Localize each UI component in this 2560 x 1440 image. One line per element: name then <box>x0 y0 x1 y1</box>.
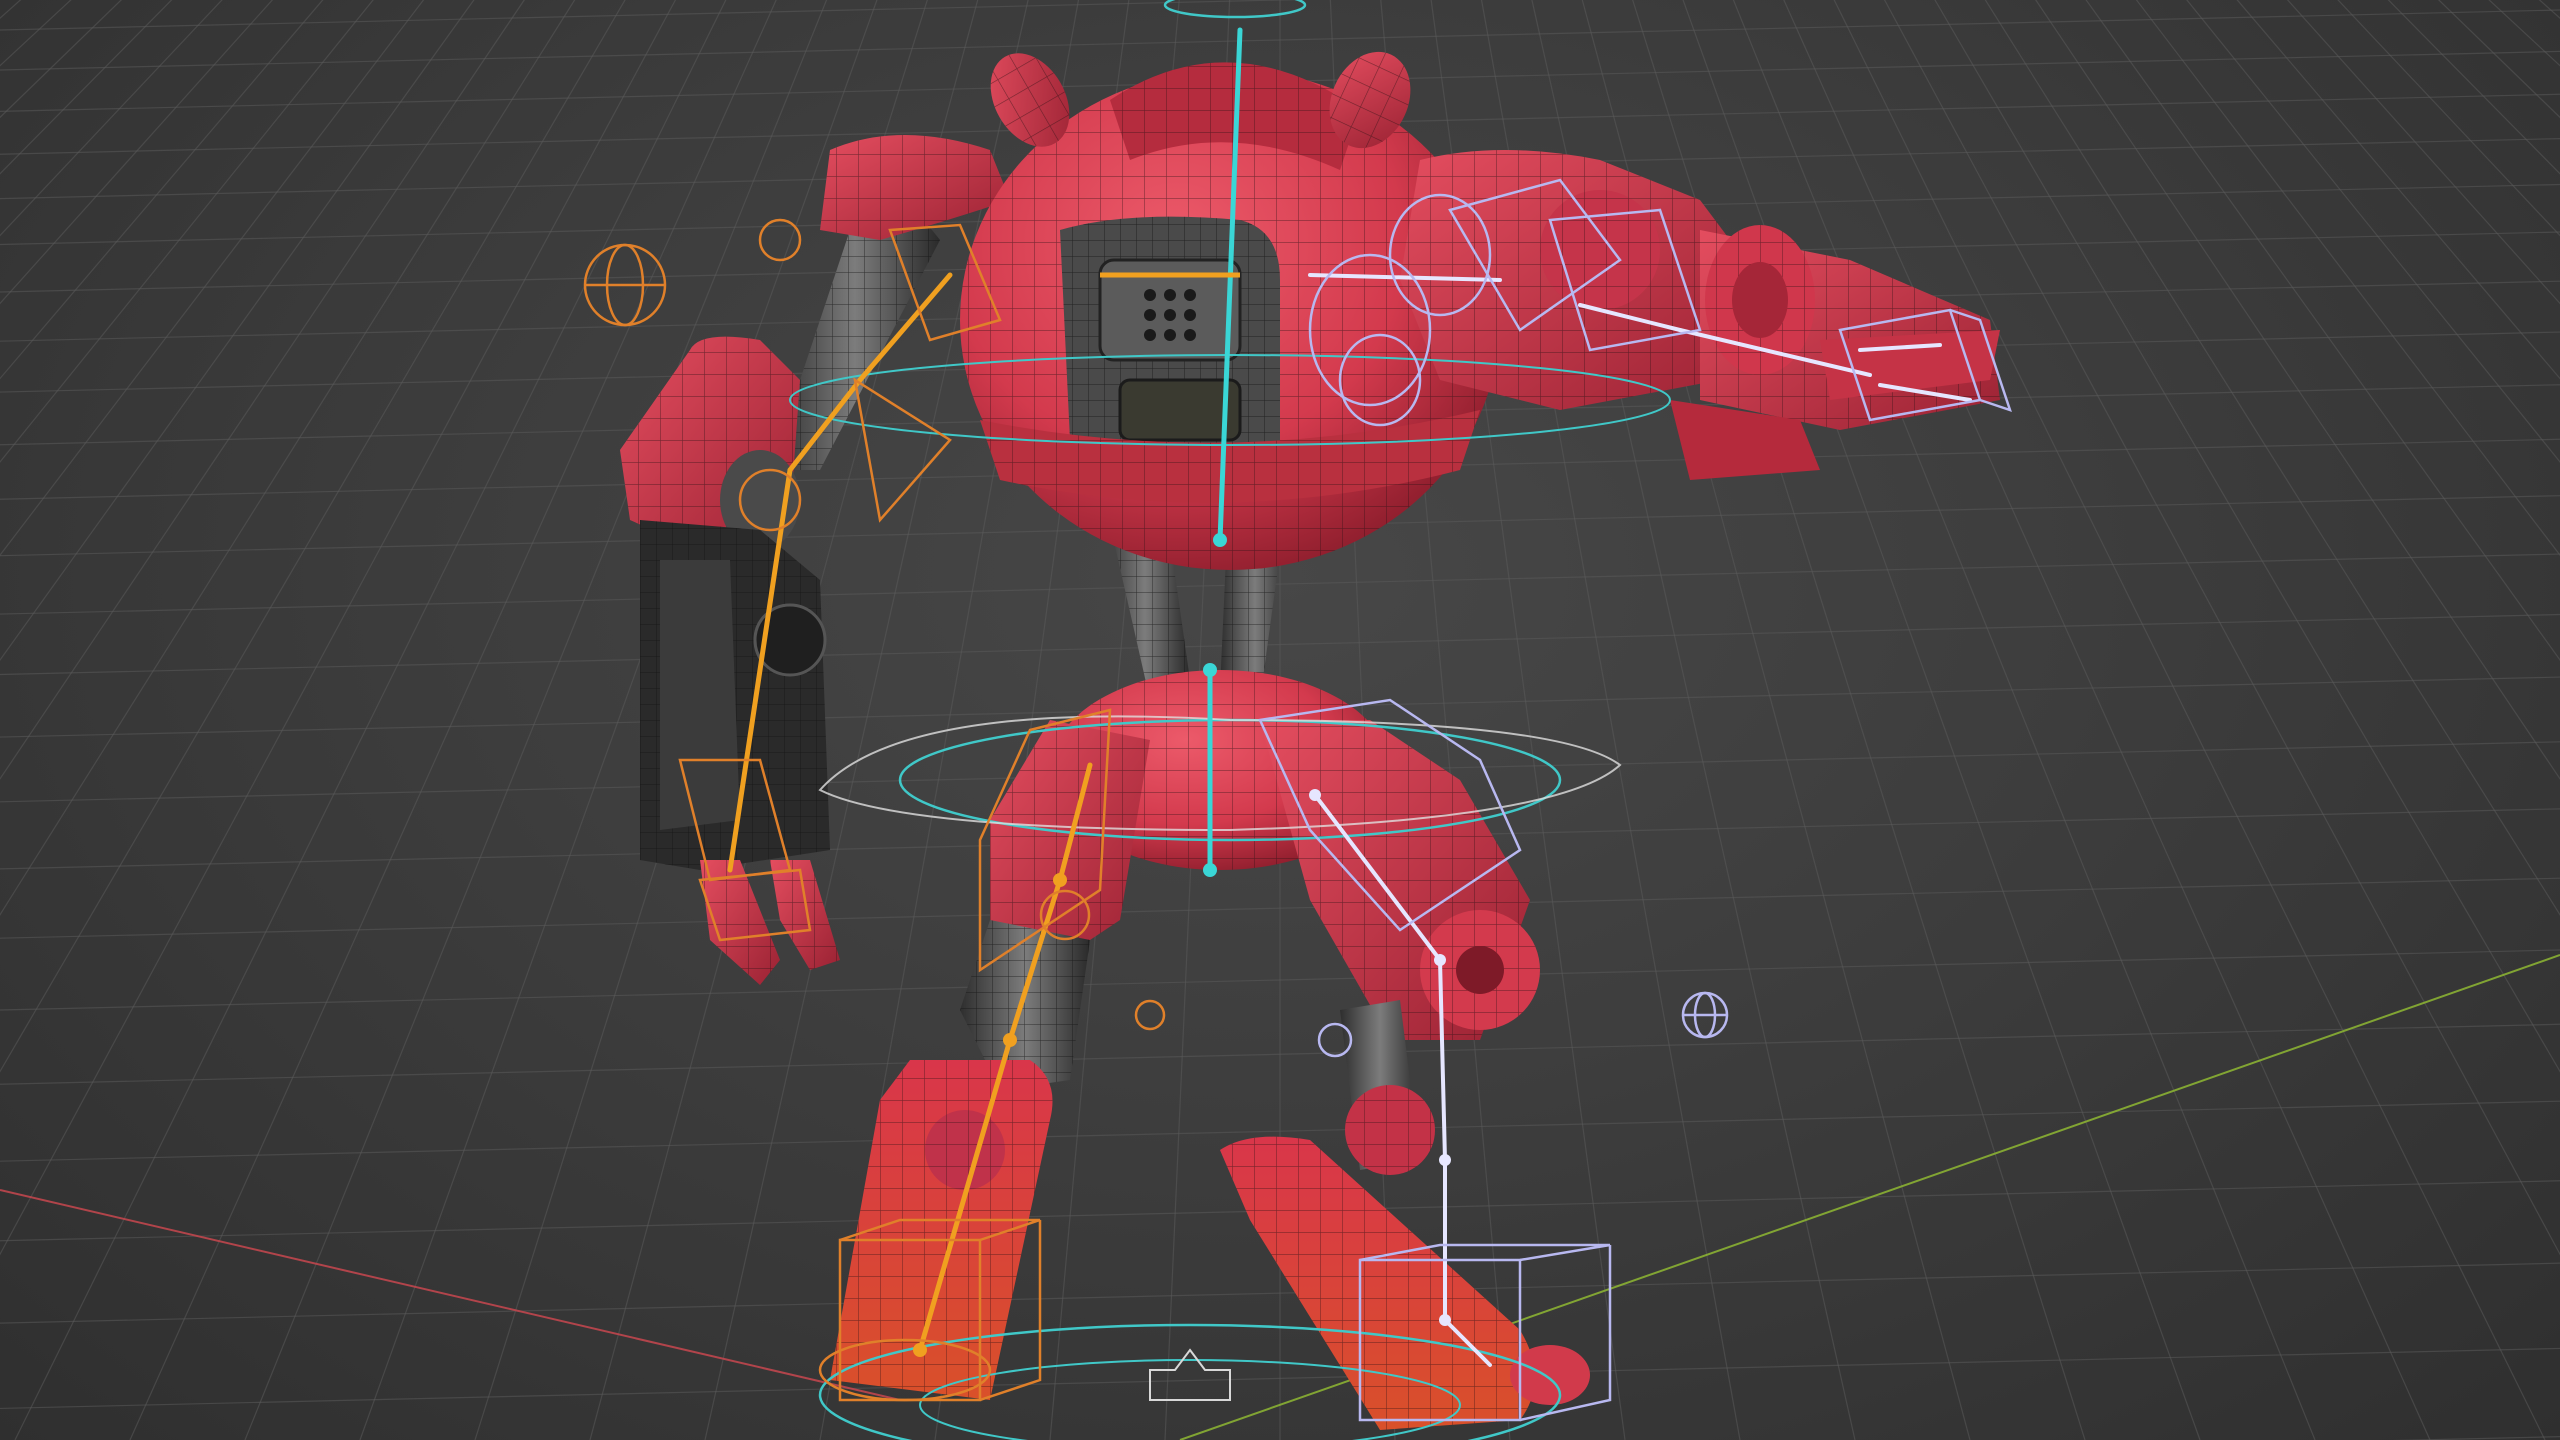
back-panel <box>1060 216 1280 474</box>
x-axis-line <box>0 1189 901 1401</box>
root-arrow[interactable] <box>1149 1348 1231 1401</box>
pole-target-control[interactable] <box>1681 991 1729 1039</box>
viewport-scene[interactable] <box>0 0 2560 1440</box>
left-arm[interactable] <box>620 135 1010 985</box>
3d-viewport[interactable] <box>0 0 2560 1440</box>
